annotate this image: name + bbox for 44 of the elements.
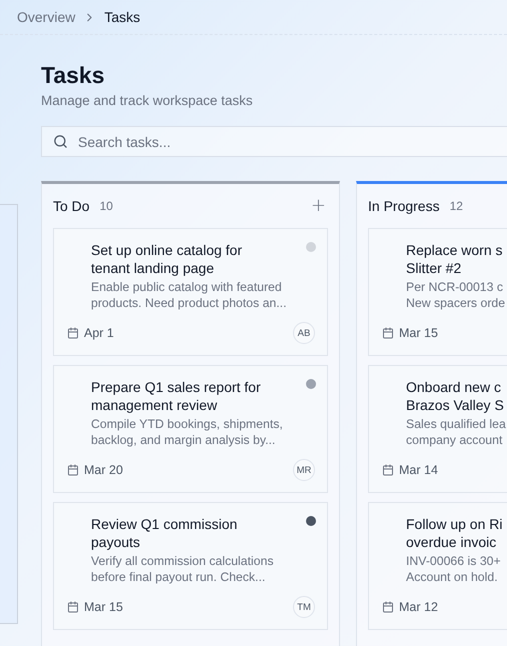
task-description: INV-00066 is 30+ Account on hold.	[406, 553, 502, 585]
breadcrumb-item: Tasks	[104, 9, 140, 25]
calendar-icon	[382, 327, 394, 339]
assignee-avatar: TM	[293, 596, 315, 618]
calendar-icon	[67, 327, 79, 339]
task-title: Set up online catalog for tenant landing page	[91, 241, 243, 277]
task-card[interactable]: Follow up on Ri overdue invoic INV-00066 is 30+ Account on hold. Mar 12	[368, 502, 507, 630]
task-description: Sales qualified lea company account	[406, 416, 507, 448]
calendar-icon	[67, 601, 79, 613]
column-title: To Do	[53, 198, 90, 214]
task-description: Per NCR-00013 c New spacers orde	[406, 279, 506, 311]
task-title: Onboard new c Brazos Valley S	[406, 378, 505, 414]
task-title: Replace worn s Slitter #2	[406, 241, 504, 277]
task-card[interactable]: Prepare Q1 sales report for management review Compile YTD bookings, shipments, backlog, and margin analysis by... Mar 20 MR	[53, 365, 328, 493]
calendar-icon	[382, 464, 394, 476]
task-card[interactable]: Replace worn s Slitter #2 Per NCR-00013 c New spacers orde Mar 15	[368, 228, 507, 356]
breadcrumb-item[interactable]: Overview	[17, 9, 76, 25]
task-card[interactable]: Review Q1 commission payouts Verify all commission calculations before final payout run. Check... Mar 15 TM	[53, 502, 328, 630]
search-field[interactable]: Search tasks...	[41, 126, 507, 157]
column-count: 12	[450, 199, 463, 213]
due-date: Mar 15	[399, 326, 438, 340]
page-subtitle: Manage and track workspace tasks	[41, 93, 254, 108]
task-description: Compile YTD bookings, shipments, backlog, and margin analysis by...	[91, 416, 284, 448]
task-title: Follow up on Ri overdue invoic	[406, 515, 504, 551]
task-card[interactable]: Onboard new c Brazos Valley S Sales qualified lea company account Mar 14	[368, 365, 507, 493]
calendar-icon	[382, 601, 394, 613]
task-description: Verify all commission calculations before final payout run. Check...	[91, 553, 274, 585]
assignee-avatar: MR	[293, 459, 315, 481]
task-title: Review Q1 commission payouts	[91, 515, 238, 551]
search-icon	[53, 134, 68, 149]
column-count: 10	[100, 199, 113, 213]
add-button[interactable]: +	[308, 197, 328, 215]
due-date: Mar 15	[84, 600, 123, 614]
assignee-avatar: AB	[293, 322, 315, 344]
due-date: Mar 12	[399, 600, 438, 614]
due-date: Mar 14	[399, 463, 438, 477]
due-date: Apr 1	[84, 326, 114, 340]
page-title: Tasks	[41, 61, 106, 89]
calendar-icon	[67, 464, 79, 476]
task-description: Enable public catalog with featured products. Need product photos an...	[91, 279, 288, 311]
task-title: Prepare Q1 sales report for management review	[91, 378, 262, 414]
task-card[interactable]: Set up online catalog for tenant landing page Enable public catalog with featured products. Need product photos an... Apr 1 AB	[53, 228, 328, 356]
column-title: In Progress	[368, 198, 440, 214]
due-date: Mar 20	[84, 463, 123, 477]
